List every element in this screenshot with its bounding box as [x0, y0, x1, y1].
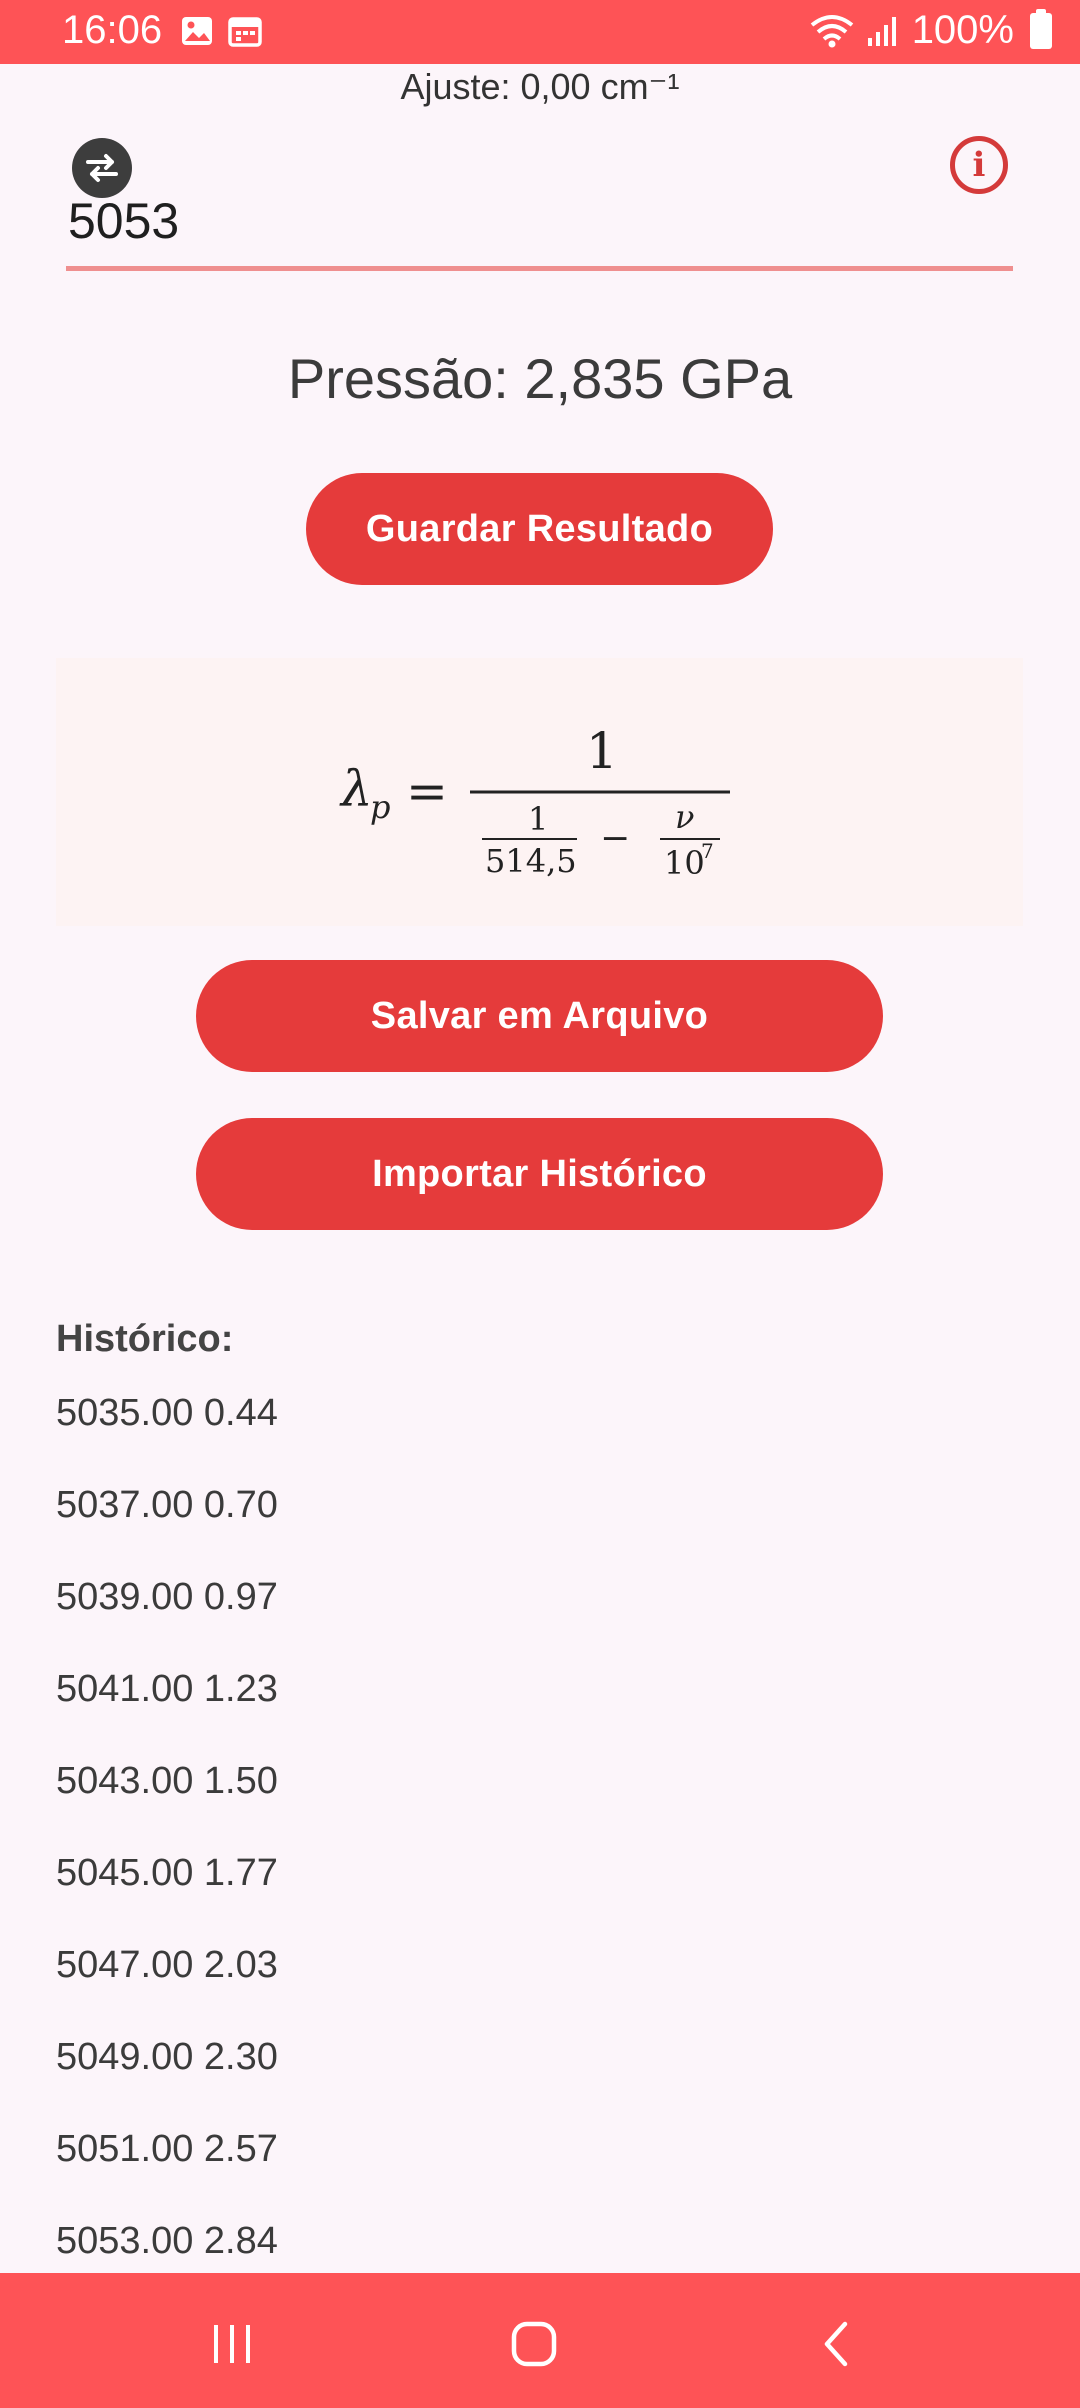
input-value[interactable]: 5053 [68, 192, 179, 250]
status-bar: 16:06 100% [0, 0, 1080, 64]
swap-icon [86, 154, 118, 182]
back-button[interactable] [798, 2309, 878, 2379]
formula-box: λ p = 1 1 514,5 − ν 10 7 [56, 658, 1023, 926]
recents-icon [214, 2325, 250, 2363]
gallery-icon [182, 17, 212, 45]
history-item: 5045.00 1.77 [56, 1852, 278, 1894]
history-item: 5049.00 2.30 [56, 2036, 278, 2078]
back-icon [824, 2321, 848, 2367]
history-title: Histórico: [56, 1318, 234, 1360]
wavenumber-input[interactable]: 5053 [66, 186, 1013, 271]
history-item: 5039.00 0.97 [56, 1576, 278, 1618]
history-item: 5047.00 2.03 [56, 1944, 278, 1986]
history-item: 5051.00 2.57 [56, 2128, 278, 2170]
history-item: 5035.00 0.44 [56, 1392, 278, 1434]
formula-lambda-sub: p [370, 788, 390, 826]
importar-historico-button[interactable]: Importar Histórico [196, 1118, 883, 1230]
salvar-em-arquivo-button[interactable]: Salvar em Arquivo [196, 960, 883, 1072]
formula-minus: − [600, 818, 630, 859]
signal-icon [867, 16, 896, 46]
formula-lambda: λ [339, 760, 373, 818]
status-time: 16:06 [62, 8, 163, 52]
formula-inner2-den: 10 [664, 844, 705, 882]
formula-inner2-exp: 7 [701, 839, 714, 863]
formula-numerator: 1 [586, 722, 618, 780]
battery-percent: 100% [911, 8, 1014, 52]
formula-inner1-num: 1 [528, 800, 548, 838]
history-item: 5037.00 0.70 [56, 1484, 278, 1526]
formula: λ p = 1 1 514,5 − ν 10 7 [339, 722, 730, 882]
history-list: 5035.00 0.44 5037.00 0.70 5039.00 0.97 5… [56, 1386, 278, 2306]
pressure-result: Pressão: 2,835 GPa [287, 347, 793, 410]
formula-equals: = [406, 762, 448, 820]
home-button[interactable] [494, 2309, 574, 2379]
info-icon: i [972, 145, 986, 185]
calendar-icon [228, 17, 262, 47]
formula-inner1-den: 514,5 [485, 842, 577, 880]
formula-nu: ν [675, 798, 694, 836]
navigation-bar [0, 2273, 1080, 2408]
home-icon [511, 2321, 557, 2367]
battery-icon [1030, 8, 1052, 49]
ajuste-label: Ajuste: 0,00 cm⁻¹ [400, 66, 680, 107]
guardar-resultado-button[interactable]: Guardar Resultado [306, 473, 773, 585]
wifi-icon [810, 14, 853, 47]
recents-button[interactable] [192, 2309, 272, 2379]
history-item: 5041.00 1.23 [56, 1668, 278, 1710]
history-item: 5043.00 1.50 [56, 1760, 278, 1802]
